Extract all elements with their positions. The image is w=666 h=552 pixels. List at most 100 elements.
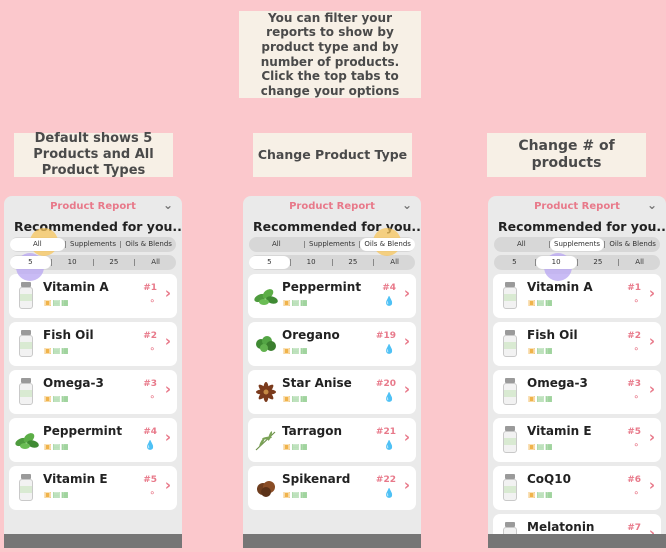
tab-type-supplements[interactable]: Supplements xyxy=(305,238,360,251)
tab-type-oils-blends[interactable]: Oils & Blends xyxy=(121,238,176,251)
list-item[interactable]: Vitamin A ▣▤▦ #1 ⚬ › xyxy=(493,274,661,318)
list-item[interactable]: Vitamin E ▣▤▦ #5 ⚬ › xyxy=(493,418,661,462)
product-name: Spikenard xyxy=(282,472,351,486)
list-item[interactable]: CoQ10 ▣▤▦ #6 ⚬ › xyxy=(493,466,661,510)
mint-plant-icon xyxy=(253,284,279,308)
pill-icon: ⚬ xyxy=(148,297,156,307)
list-item[interactable]: Fish Oil ▣▤▦ #2 ⚬ › xyxy=(493,322,661,366)
product-tags: ▣▤▦ xyxy=(283,394,309,403)
tab-type-oils-blends[interactable]: Oils & Blends xyxy=(605,238,660,251)
tablet-icon: ▦ xyxy=(300,442,309,451)
list-item[interactable]: Oregano ▣▤▦ #19 💧 › xyxy=(248,322,416,366)
list-item[interactable]: Star Anise ▣▤▦ #20 💧 › xyxy=(248,370,416,414)
capsule-icon: ▤ xyxy=(52,394,62,403)
list-item[interactable]: Omega-3 ▣▤▦ #3 ⚬ › xyxy=(493,370,661,414)
pill-icon: ⚬ xyxy=(632,441,640,451)
chevron-right-icon[interactable]: › xyxy=(165,332,171,350)
chevron-right-icon[interactable]: › xyxy=(649,332,655,350)
chevron-right-icon[interactable]: › xyxy=(649,476,655,494)
tab-count-all[interactable]: All xyxy=(135,256,176,269)
product-name: Melatonin xyxy=(527,520,595,534)
list-item[interactable]: Tarragon ▣▤▦ #21 💧 › xyxy=(248,418,416,462)
product-name: Omega-3 xyxy=(43,376,104,390)
tab-count-10[interactable]: 10 xyxy=(291,256,332,269)
chevron-right-icon[interactable]: › xyxy=(649,428,655,446)
list-item[interactable]: Spikenard ▣▤▦ #22 💧 › xyxy=(248,466,416,510)
product-report-header[interactable]: Product Report ⌄ xyxy=(243,196,421,216)
tablet-icon: ▦ xyxy=(545,394,554,403)
leaf-icon: ▣ xyxy=(283,442,292,451)
chevron-down-icon[interactable]: ⌄ xyxy=(647,198,657,212)
header-title: Product Report xyxy=(50,200,136,212)
note-top: You can filter your reports to show by p… xyxy=(239,11,421,98)
rank-badge: #2 xyxy=(143,331,157,341)
chevron-down-icon[interactable]: ⌄ xyxy=(402,198,412,212)
spikenard-plant-icon xyxy=(253,476,279,500)
page-title: Recommended for you... xyxy=(498,219,666,234)
chevron-right-icon[interactable]: › xyxy=(165,476,171,494)
list-item[interactable]: Omega-3 ▣▤▦ #3 ⚬ › xyxy=(9,370,177,414)
tab-count-25[interactable]: 25 xyxy=(333,256,374,269)
rank-badge: #7 xyxy=(627,523,641,533)
product-report-header[interactable]: Product Report ⌄ xyxy=(4,196,182,216)
product-tags: ▣▤▦ xyxy=(44,346,70,355)
list-item[interactable]: Vitamin E ▣▤▦ #5 ⚬ › xyxy=(9,466,177,510)
tablet-icon: ▦ xyxy=(300,394,309,403)
product-count-tabs: 5 10 25 All xyxy=(249,255,415,270)
chevron-down-icon[interactable]: ⌄ xyxy=(163,198,173,212)
chevron-right-icon[interactable]: › xyxy=(404,476,410,494)
leaf-icon: ▣ xyxy=(528,394,537,403)
chevron-right-icon[interactable]: › xyxy=(404,284,410,302)
list-item[interactable]: Peppermint ▣▤▦ #4 💧 › xyxy=(248,274,416,318)
rank-badge: #6 xyxy=(627,475,641,485)
supplement-bottle-icon xyxy=(503,282,517,309)
tablet-icon: ▦ xyxy=(545,442,554,451)
note-right: Change # of products xyxy=(487,133,646,177)
capsule-icon: ▤ xyxy=(291,394,301,403)
product-name: Omega-3 xyxy=(527,376,588,390)
chevron-right-icon[interactable]: › xyxy=(404,428,410,446)
tab-count-all[interactable]: All xyxy=(619,256,660,269)
tab-count-10[interactable]: 10 xyxy=(52,256,93,269)
chevron-right-icon[interactable]: › xyxy=(404,380,410,398)
tab-count-5[interactable]: 5 xyxy=(494,256,535,269)
product-name: Vitamin A xyxy=(43,280,109,294)
list-item[interactable]: Fish Oil ▣▤▦ #2 ⚬ › xyxy=(9,322,177,366)
supplement-bottle-icon xyxy=(503,474,517,501)
tab-count-5[interactable]: 5 xyxy=(249,256,290,269)
tab-count-25[interactable]: 25 xyxy=(94,256,135,269)
tab-type-all[interactable]: All xyxy=(10,238,65,251)
tab-type-supplements[interactable]: Supplements xyxy=(549,238,605,251)
tab-count-all[interactable]: All xyxy=(374,256,415,269)
rank-badge: #21 xyxy=(375,427,396,437)
note-left-text: Default shows 5 Products and All Product… xyxy=(33,131,154,178)
tab-type-supplements[interactable]: Supplements xyxy=(66,238,121,251)
chevron-right-icon[interactable]: › xyxy=(649,380,655,398)
chevron-right-icon[interactable]: › xyxy=(649,284,655,302)
drop-icon: 💧 xyxy=(383,345,395,355)
product-name: Vitamin E xyxy=(527,424,592,438)
chevron-right-icon[interactable]: › xyxy=(404,332,410,350)
capsule-icon: ▤ xyxy=(536,442,546,451)
tab-count-25[interactable]: 25 xyxy=(578,256,619,269)
product-name: Star Anise xyxy=(282,376,352,390)
tab-type-all[interactable]: All xyxy=(249,238,304,251)
tab-type-all[interactable]: All xyxy=(494,238,549,251)
tab-count-5[interactable]: 5 xyxy=(10,256,51,269)
list-item[interactable]: Peppermint ▣▤▦ #4 💧 › xyxy=(9,418,177,462)
product-report-header[interactable]: Product Report ⌄ xyxy=(488,196,666,216)
tab-type-oils-blends[interactable]: Oils & Blends xyxy=(360,238,416,251)
chevron-right-icon[interactable]: › xyxy=(165,380,171,398)
list-item[interactable]: Vitamin A ▣▤▦ #1 ⚬ › xyxy=(9,274,177,318)
tab-count-10[interactable]: 10 xyxy=(535,256,577,269)
oregano-plant-icon xyxy=(253,332,279,356)
product-list: Vitamin A ▣▤▦ #1 ⚬ › Fish Oil ▣▤▦ #2 ⚬ › Omega-3 ▣▤… xyxy=(4,270,182,510)
chevron-right-icon[interactable]: › xyxy=(165,284,171,302)
chevron-right-icon[interactable]: › xyxy=(165,428,171,446)
leaf-icon: ▣ xyxy=(283,346,292,355)
note-left: Default shows 5 Products and All Product… xyxy=(14,131,173,178)
product-name: Fish Oil xyxy=(43,328,94,342)
pill-icon: ⚬ xyxy=(148,393,156,403)
tablet-icon: ▦ xyxy=(300,298,309,307)
tablet-icon: ▦ xyxy=(300,490,309,499)
